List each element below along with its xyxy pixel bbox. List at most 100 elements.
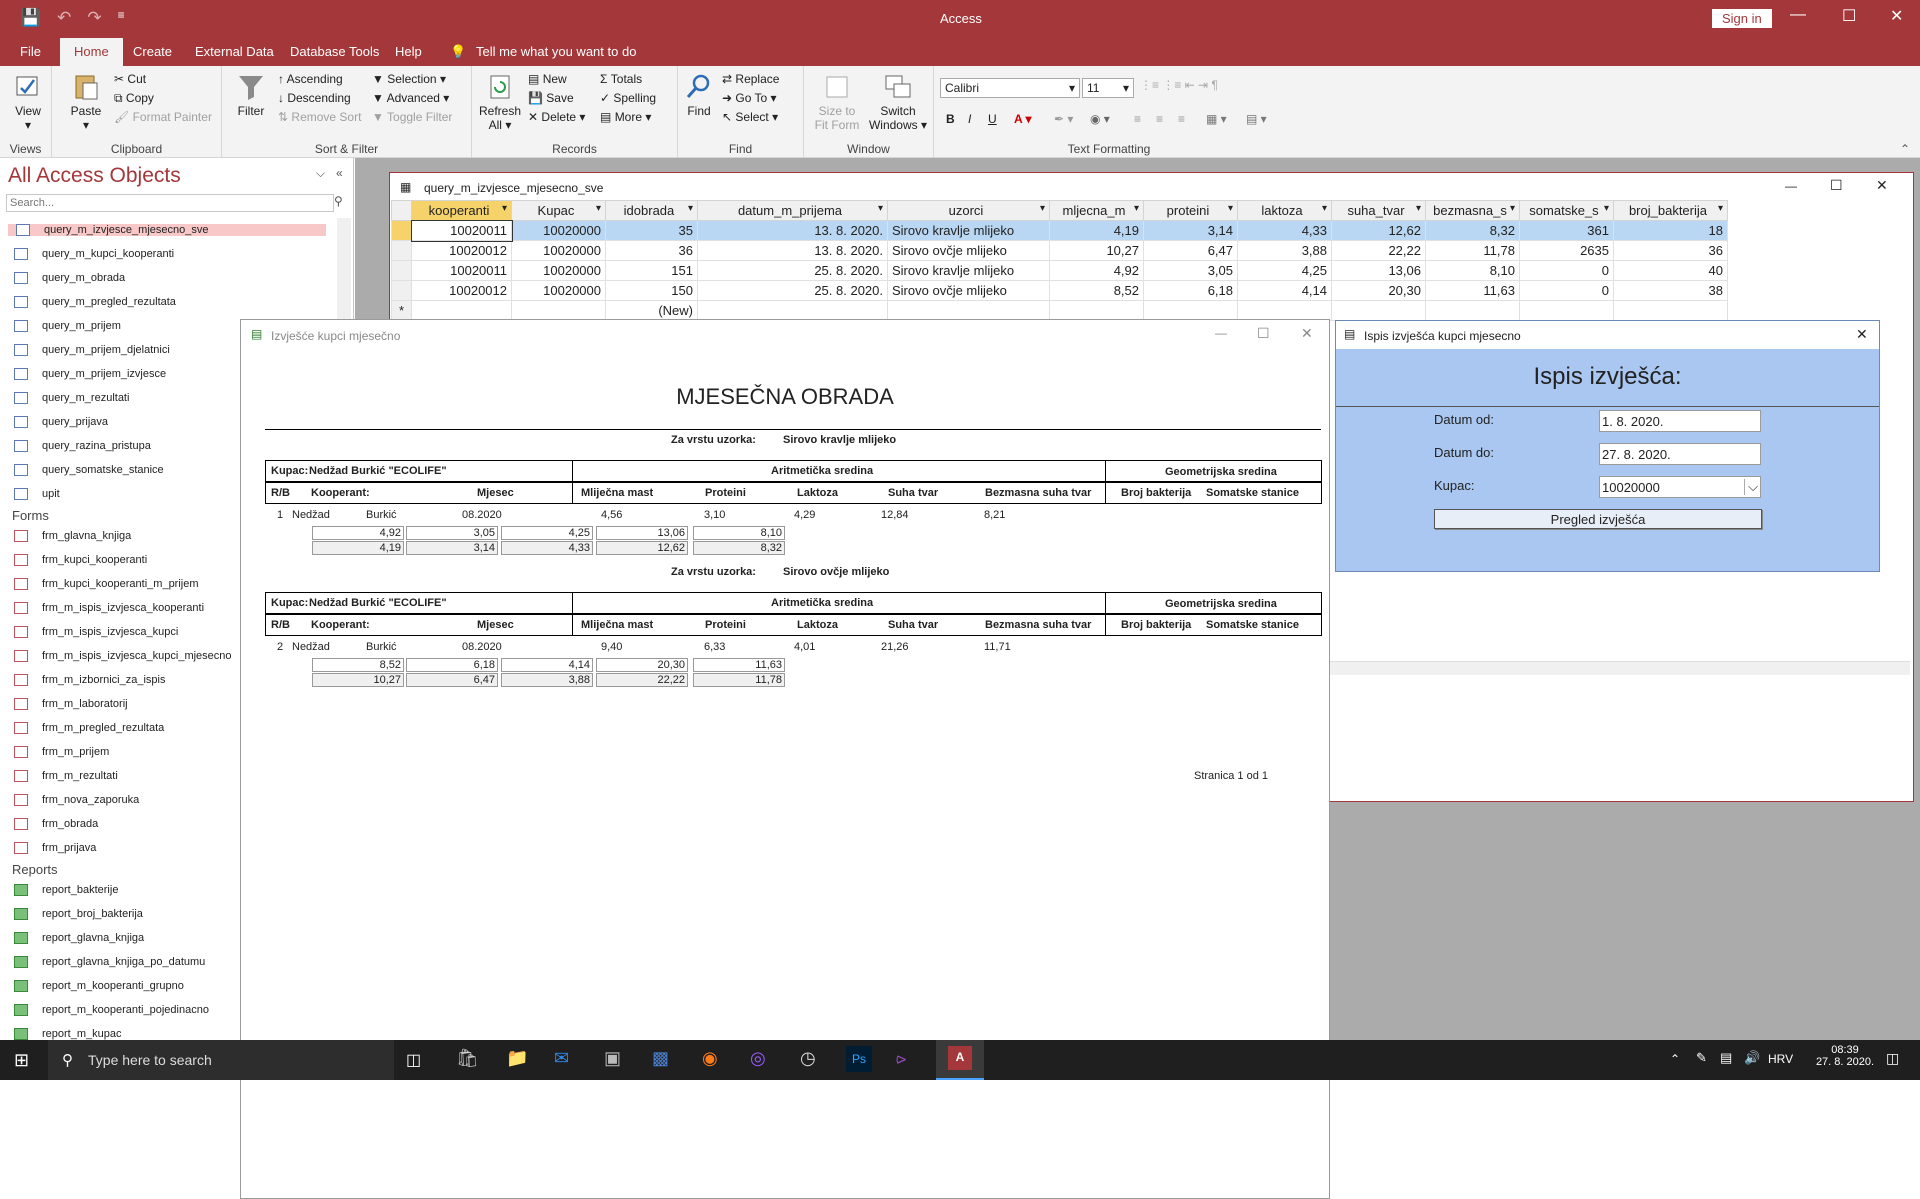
chevron-down-icon[interactable]: ▾ <box>878 203 883 214</box>
table-cell[interactable]: Sirovo ovčje mlijeko <box>887 240 1050 261</box>
record-selector[interactable] <box>391 260 412 281</box>
report-close-icon[interactable]: ✕ <box>1301 325 1313 342</box>
table-cell[interactable]: 3,14 <box>1143 220 1238 241</box>
nav-query-item[interactable]: upit <box>14 488 60 501</box>
nav-query-item[interactable]: query_m_prijem_izvjesce <box>14 368 166 381</box>
report-restore-icon[interactable]: ☐ <box>1257 325 1270 342</box>
font-color-icon[interactable]: A ▾ <box>1014 112 1032 126</box>
nav-form-item[interactable]: frm_glavna_knjiga <box>14 530 131 543</box>
query-minimize-icon[interactable]: — <box>1785 179 1797 193</box>
table-row[interactable]: 10020012 10020000 36 13. 8. 2020. Sirovo ovč… <box>391 240 1728 261</box>
query-restore-icon[interactable]: ☐ <box>1830 177 1843 194</box>
view-button[interactable]: View ▾ <box>8 72 48 132</box>
select-all-cell[interactable] <box>391 200 412 221</box>
nav-report-item[interactable]: report_m_kooperanti_pojedinacno <box>14 1004 209 1017</box>
tab-help[interactable]: Help <box>395 44 422 59</box>
table-cell[interactable]: 38 <box>1613 280 1728 301</box>
italic-button[interactable]: I <box>968 112 971 126</box>
copy-button[interactable]: ⧉ Copy <box>114 91 154 106</box>
table-cell[interactable] <box>1613 300 1728 321</box>
nav-report-item[interactable]: report_m_kooperanti_grupno <box>14 980 184 993</box>
podcast-icon[interactable]: ◎ <box>750 1048 766 1069</box>
store-icon[interactable]: 🛍 <box>456 1048 479 1069</box>
descending-button[interactable]: ↓ Descending <box>278 91 351 105</box>
query-close-icon[interactable]: ✕ <box>1876 177 1888 194</box>
close-icon[interactable]: ✕ <box>1890 6 1903 26</box>
pen-icon[interactable]: ✎ <box>1696 1050 1707 1066</box>
table-cell[interactable]: 10,27 <box>1049 240 1144 261</box>
table-cell[interactable] <box>1331 300 1426 321</box>
nav-report-item[interactable]: report_bakterije <box>14 884 118 897</box>
size-to-fit-button[interactable]: Size to Fit Form <box>810 72 864 132</box>
highlight-icon[interactable]: ✒ ▾ <box>1054 112 1073 126</box>
nav-form-item[interactable]: frm_m_ispis_izvjesca_kupci <box>14 626 178 639</box>
search-icon[interactable]: ⚲ <box>334 194 343 208</box>
tell-me-input[interactable]: Tell me what you want to do <box>476 44 636 59</box>
nav-form-item[interactable]: frm_m_ispis_izvjesca_kupci_mjesecno <box>14 650 232 663</box>
nav-query-item[interactable]: query_m_kupci_kooperanti <box>14 248 174 261</box>
table-cell[interactable]: 25. 8. 2020. <box>697 280 888 301</box>
tray-chevron-icon[interactable]: ⌃ <box>1670 1052 1680 1066</box>
totals-button[interactable]: Σ Totals <box>600 72 642 86</box>
chevron-down-icon[interactable]: ▾ <box>502 203 507 214</box>
column-header[interactable]: somatske_s ▾ <box>1519 200 1614 221</box>
underline-button[interactable]: U <box>988 112 997 126</box>
nav-form-item[interactable]: frm_m_izbornici_za_ispis <box>14 674 166 687</box>
nav-form-item[interactable]: frm_m_ispis_izvjesca_kooperanti <box>14 602 204 615</box>
table-cell[interactable]: 13,06 <box>1331 260 1426 281</box>
nav-menu-icon[interactable]: ⌵ <box>316 166 325 181</box>
save-record-button[interactable]: 💾 Save <box>528 91 574 105</box>
table-cell[interactable]: 20,30 <box>1331 280 1426 301</box>
select-button[interactable]: ↖ Select ▾ <box>722 110 778 124</box>
nav-form-item[interactable]: frm_m_pregled_rezultata <box>14 722 164 735</box>
spelling-button[interactable]: ✓ Spelling <box>600 91 656 105</box>
nav-query-item[interactable]: query_somatske_stanice <box>14 464 164 477</box>
nav-form-item[interactable]: frm_m_prijem <box>14 746 109 759</box>
table-cell[interactable] <box>411 300 512 321</box>
bold-button[interactable]: B <box>946 112 955 126</box>
column-header[interactable]: laktoza ▾ <box>1237 200 1332 221</box>
chevron-down-icon[interactable]: ▾ <box>1228 203 1233 214</box>
table-cell[interactable]: 10020011 <box>410 219 513 242</box>
switch-windows-button[interactable]: Switch Windows ▾ <box>868 72 928 132</box>
nav-query-item[interactable]: query_m_obrada <box>14 272 125 285</box>
column-header[interactable]: mljecna_m ▾ <box>1049 200 1144 221</box>
table-cell[interactable]: 4,33 <box>1237 220 1332 241</box>
chevron-down-icon[interactable]: ▾ <box>1322 203 1327 214</box>
sign-in-button[interactable]: Sign in <box>1712 9 1772 28</box>
nav-form-item[interactable]: frm_prijava <box>14 842 96 855</box>
table-cell[interactable]: 22,22 <box>1331 240 1426 261</box>
table-cell[interactable]: 13. 8. 2020. <box>697 240 888 261</box>
volume-icon[interactable]: 🔊 <box>1744 1050 1760 1066</box>
record-selector[interactable] <box>391 220 412 241</box>
table-cell[interactable]: 10020012 <box>411 240 512 261</box>
table-cell[interactable]: 10020012 <box>411 280 512 301</box>
firefox-icon[interactable]: ◉ <box>702 1048 718 1069</box>
tab-create[interactable]: Create <box>133 44 172 59</box>
nav-query-item[interactable]: query_m_prijem_djelatnici <box>14 344 170 357</box>
nav-search-input[interactable] <box>6 194 334 212</box>
table-row[interactable]: 10020011 10020000 35 13. 8. 2020. Sirovo kra… <box>391 219 1728 242</box>
nav-form-item[interactable]: frm_m_rezultati <box>14 770 118 783</box>
align-center-icon[interactable]: ≡ <box>1156 112 1163 126</box>
table-cell[interactable]: Sirovo ovčje mlijeko <box>887 280 1050 301</box>
nav-report-item[interactable]: report_broj_bakterija <box>14 908 143 921</box>
table-cell[interactable] <box>1425 300 1520 321</box>
nav-form-item[interactable]: frm_nova_zaporuka <box>14 794 139 807</box>
cut-button[interactable]: ✂ Cut <box>114 72 146 86</box>
refresh-all-button[interactable]: Refresh All ▾ <box>478 72 522 132</box>
mail-icon[interactable]: ✉ <box>554 1048 569 1069</box>
table-cell[interactable]: 10020011 <box>411 260 512 281</box>
windows-start-icon[interactable]: ⊞ <box>14 1050 29 1071</box>
task-view-icon[interactable]: ◫ <box>406 1050 421 1070</box>
chevron-down-icon[interactable]: ▾ <box>1510 203 1515 214</box>
nav-form-item[interactable]: frm_kupci_kooperanti <box>14 554 147 567</box>
align-right-icon[interactable]: ≡ <box>1178 112 1185 126</box>
file-explorer-icon[interactable]: 📁 <box>506 1048 528 1069</box>
column-header[interactable]: idobrada ▾ <box>605 200 698 221</box>
date-from-input[interactable]: 1. 8. 2020. <box>1599 410 1761 432</box>
save-icon[interactable]: 💾 <box>20 8 41 28</box>
table-cell[interactable]: 10020000 <box>511 260 606 281</box>
restore-icon[interactable]: ☐ <box>1842 6 1856 26</box>
table-cell[interactable]: 36 <box>1613 240 1728 261</box>
